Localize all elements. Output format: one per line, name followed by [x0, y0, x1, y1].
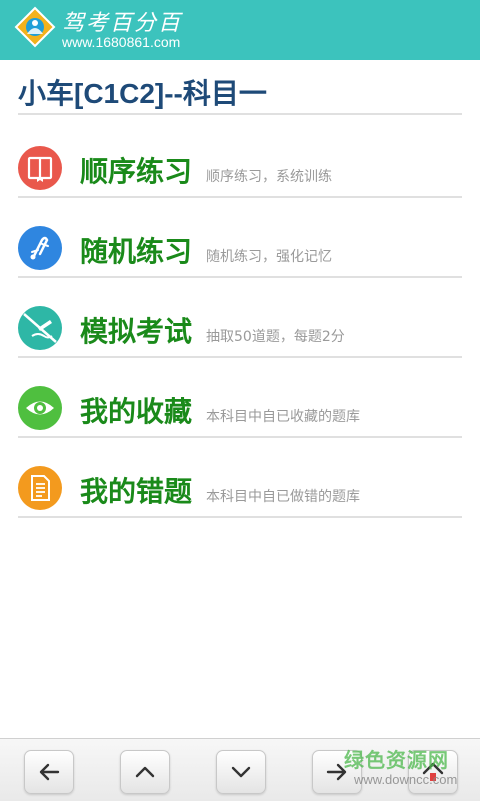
- back-button[interactable]: [24, 750, 74, 794]
- watermark-text: 绿色资源网: [344, 748, 449, 772]
- pen-writing-icon: [18, 306, 62, 350]
- chevron-up-icon: [135, 766, 155, 778]
- logo-icon: [14, 6, 56, 48]
- menu-item-desc: 随机练习，强化记忆: [206, 249, 332, 265]
- divider: [18, 516, 462, 518]
- app-header: 驾考百分百 www.1680861.com: [0, 0, 480, 60]
- watermark: 绿色资源网 www.downcc.com: [340, 742, 476, 796]
- menu-item-sequential-practice[interactable]: 顺序练习 顺序练习，系统训练: [18, 138, 462, 198]
- menu-item-random-practice[interactable]: 随机练习 随机练习，强化记忆: [18, 218, 462, 278]
- watermark-url: www.downcc.com: [354, 772, 458, 787]
- menu-item-desc: 本科目中自已做错的题库: [206, 489, 360, 505]
- menu-item-label: 模拟考试: [80, 315, 193, 348]
- chevron-down-icon: [231, 766, 251, 778]
- divider: [18, 356, 462, 358]
- shuffle-icon: [18, 226, 62, 270]
- menu-item-desc: 抽取50道题，每题2分: [206, 329, 345, 345]
- logo-title: 驾考百分百: [62, 11, 183, 36]
- page-title: 小车[C1C2]--科目一: [18, 78, 267, 109]
- menu-item-label: 我的错题: [80, 475, 193, 508]
- menu-item-label: 顺序练习: [80, 155, 193, 188]
- divider: [18, 436, 462, 438]
- menu-item-label: 随机练习: [80, 235, 193, 268]
- up-button[interactable]: [120, 750, 170, 794]
- arrow-left-icon: [39, 763, 60, 781]
- menu-item-my-favorites[interactable]: 我的收藏 本科目中自已收藏的题库: [18, 378, 462, 438]
- menu-item-label: 我的收藏: [80, 395, 193, 428]
- logo-url: www.1680861.com: [62, 34, 181, 50]
- book-icon: [18, 146, 62, 190]
- menu-item-my-mistakes[interactable]: 我的错题 本科目中自已做错的题库: [18, 458, 462, 518]
- down-button[interactable]: [216, 750, 266, 794]
- title-divider: [18, 113, 462, 115]
- document-icon: [18, 466, 62, 510]
- menu-item-desc: 顺序练习，系统训练: [206, 169, 332, 185]
- menu-item-mock-exam[interactable]: 模拟考试 抽取50道题，每题2分: [18, 298, 462, 358]
- eye-icon: [18, 386, 62, 430]
- divider: [18, 196, 462, 198]
- menu-item-desc: 本科目中自已收藏的题库: [206, 409, 360, 425]
- divider: [18, 276, 462, 278]
